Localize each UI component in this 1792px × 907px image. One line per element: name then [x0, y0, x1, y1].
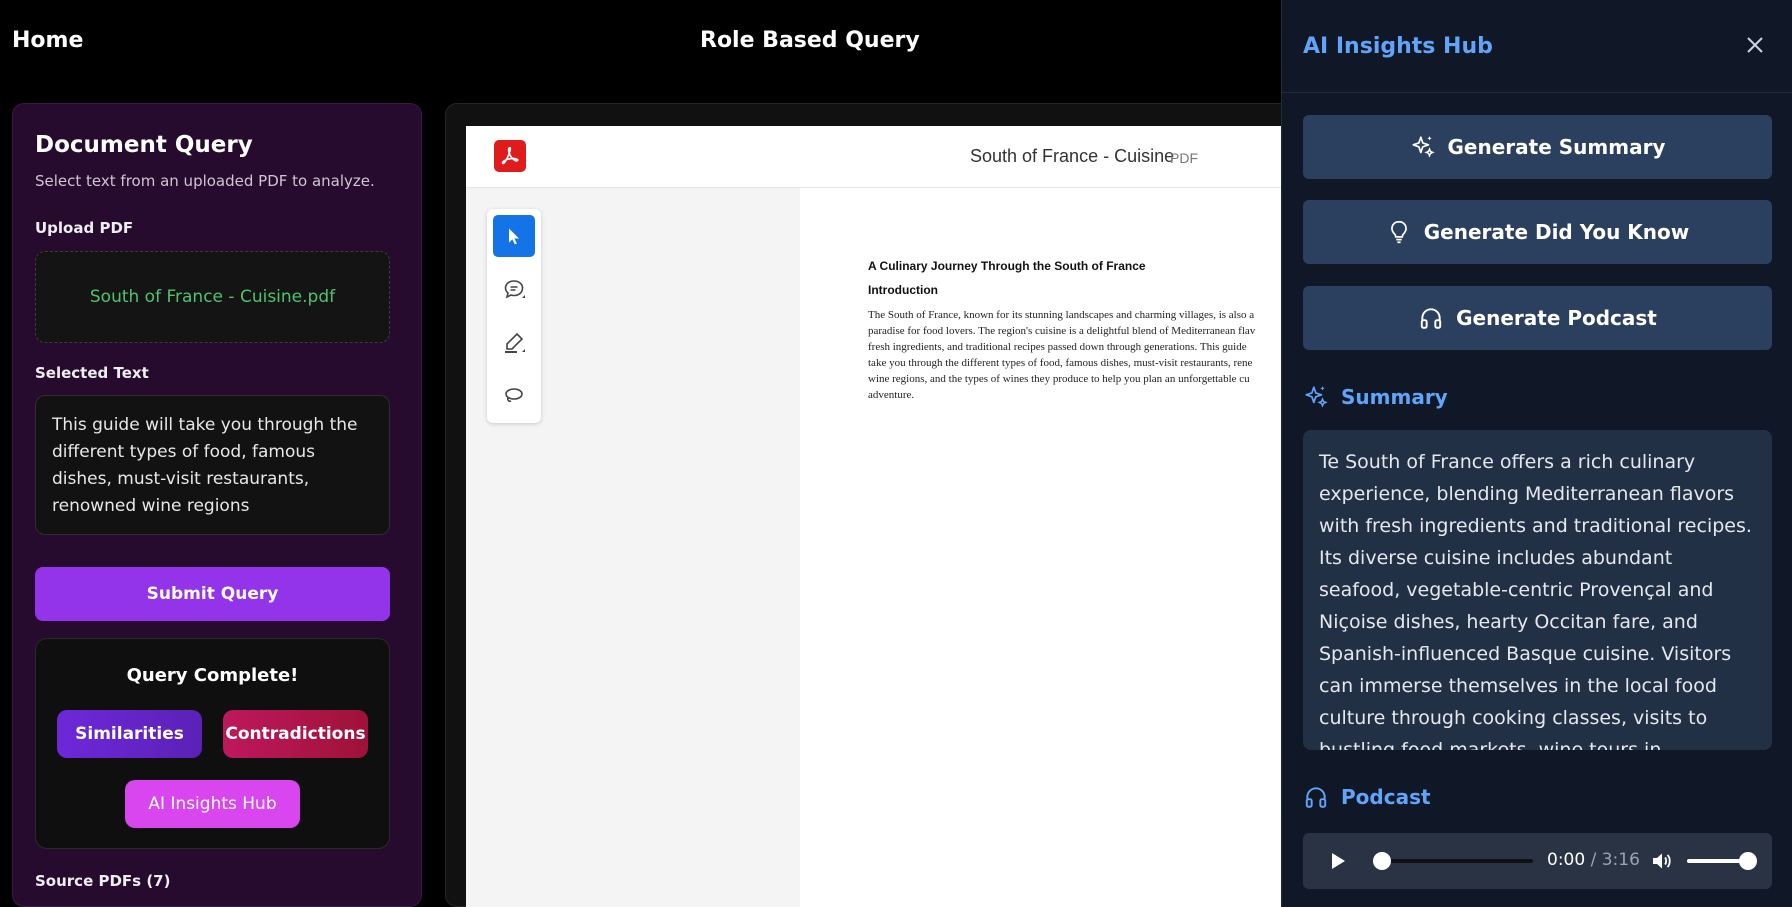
- volume-icon[interactable]: [1650, 849, 1674, 873]
- document-query-panel: Document Query Select text from an uploa…: [12, 103, 422, 907]
- audio-duration: / 3:16: [1585, 850, 1640, 870]
- insights-header: AI Insights Hub: [1282, 0, 1792, 93]
- panel-subtitle: Select text from an uploaded PDF to anal…: [35, 172, 375, 190]
- audio-current-time: 0:00: [1547, 850, 1586, 870]
- select-tool-icon[interactable]: [493, 215, 535, 257]
- audio-player: 0:00 / 3:16: [1303, 833, 1772, 889]
- generate-summary-button[interactable]: Generate Summary: [1303, 115, 1772, 179]
- audio-seek-handle[interactable]: [1373, 852, 1391, 870]
- podcast-label-text: Podcast: [1341, 785, 1431, 809]
- upload-label: Upload PDF: [35, 219, 134, 237]
- doc-line: wine regions, and the types of wines the…: [868, 373, 1250, 385]
- headphones-icon: [1305, 787, 1327, 808]
- submit-query-button[interactable]: Submit Query: [35, 567, 390, 621]
- similarities-button[interactable]: Similarities: [57, 710, 202, 758]
- lightbulb-icon: [1390, 220, 1407, 244]
- doc-line: adventure.: [868, 389, 915, 401]
- page-title: Role Based Query: [700, 28, 920, 53]
- pdf-page[interactable]: A Culinary Journey Through the South of …: [800, 188, 1346, 907]
- play-icon[interactable]: [1325, 849, 1349, 873]
- audio-time: 0:00 / 3:16: [1547, 850, 1640, 870]
- query-complete-card: Query Complete! Similarities Contradicti…: [35, 638, 390, 849]
- summary-section-label: Summary: [1303, 384, 1448, 410]
- doc-line: paradise for food lovers. The region's c…: [868, 325, 1256, 337]
- audio-seek-bar[interactable]: [1377, 859, 1533, 863]
- generate-podcast-label: Generate Podcast: [1456, 306, 1657, 330]
- uploaded-file-name: South of France - Cuisine.pdf: [89, 287, 336, 307]
- pdf-viewer-header: South of France - Cuisine PDF: [466, 126, 1346, 188]
- pdf-document-name: South of France - Cuisine: [970, 146, 1175, 166]
- volume-handle[interactable]: [1739, 852, 1757, 870]
- close-icon[interactable]: [1740, 30, 1770, 60]
- doc-line: The South of France, known for its stunn…: [868, 309, 1255, 321]
- generate-did-you-know-label: Generate Did You Know: [1423, 220, 1690, 244]
- comment-tool-icon[interactable]: [493, 268, 535, 310]
- summary-label-text: Summary: [1341, 385, 1448, 409]
- doc-subheading: Introduction: [868, 283, 938, 297]
- generate-podcast-button[interactable]: Generate Podcast: [1303, 286, 1772, 350]
- generate-did-you-know-button[interactable]: Generate Did You Know: [1303, 200, 1772, 264]
- insights-title: AI Insights Hub: [1303, 34, 1493, 59]
- sparkles-icon: [1411, 136, 1435, 158]
- lasso-tool-icon[interactable]: [493, 375, 535, 417]
- doc-heading: A Culinary Journey Through the South of …: [868, 259, 1146, 273]
- source-pdfs-label[interactable]: Source PDFs (7): [35, 872, 170, 890]
- selected-text-field[interactable]: This guide will take you through the dif…: [35, 395, 390, 535]
- highlight-tool-icon[interactable]: [493, 322, 535, 364]
- sparkles-icon: [1305, 386, 1328, 408]
- contradictions-button[interactable]: Contradictions: [223, 710, 368, 758]
- selected-text-label: Selected Text: [35, 364, 149, 382]
- query-complete-title: Query Complete!: [126, 665, 299, 686]
- summary-text: Te South of France offers a rich culinar…: [1303, 430, 1772, 750]
- panel-title: Document Query: [35, 132, 253, 158]
- ai-insights-panel: AI Insights Hub Generate Summary Generat…: [1281, 0, 1792, 907]
- upload-dropzone[interactable]: South of France - Cuisine.pdf: [35, 251, 390, 343]
- headphones-icon: [1420, 308, 1442, 329]
- generate-summary-label: Generate Summary: [1447, 135, 1666, 159]
- podcast-section-label: Podcast: [1303, 784, 1431, 810]
- annotation-toolbar: [487, 209, 541, 423]
- home-link[interactable]: Home: [12, 28, 83, 53]
- doc-line: fresh ingredients, and traditional recip…: [868, 341, 1247, 353]
- ai-insights-hub-button[interactable]: AI Insights Hub: [125, 780, 300, 828]
- doc-line: take you through the different types of …: [868, 357, 1253, 369]
- pdf-document-type: PDF: [1170, 150, 1198, 166]
- doc-paragraph[interactable]: The South of France, known for its stunn…: [868, 307, 1346, 403]
- pdf-logo-icon: [494, 140, 526, 172]
- volume-slider[interactable]: [1687, 859, 1747, 863]
